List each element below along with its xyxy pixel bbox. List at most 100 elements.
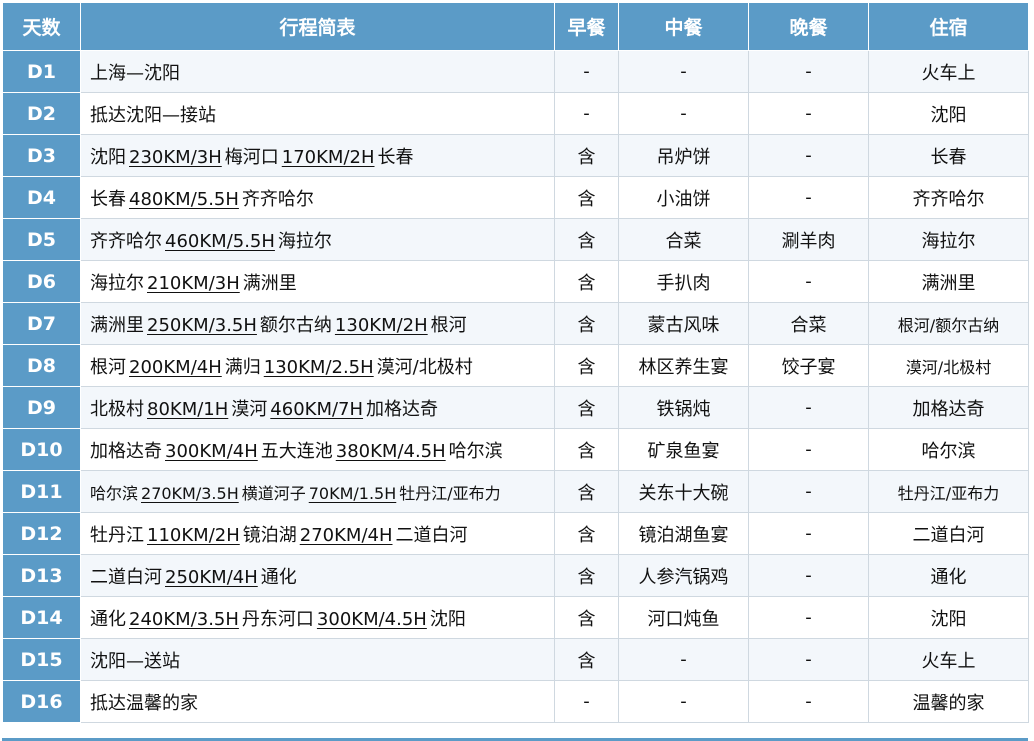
- route-place: 满洲里: [90, 314, 144, 336]
- route-cell: 沈阳—送站: [80, 638, 555, 681]
- route-place: 满洲里: [242, 272, 297, 294]
- route-cell: 上海—沈阳: [80, 50, 555, 93]
- table-row: D4 长春 480KM/5.5H 齐齐哈尔含小油饼 - 齐齐哈尔: [2, 176, 1029, 219]
- breakfast-cell: 含: [554, 386, 619, 429]
- route-place: 哈尔滨: [448, 440, 503, 462]
- day-cell: D13: [2, 554, 81, 597]
- breakfast-cell: 含: [554, 638, 619, 681]
- dinner-cell: -: [748, 596, 869, 639]
- route-place: 长春: [90, 188, 126, 210]
- day-cell: D8: [2, 344, 81, 387]
- route-distance: 110KM/2H: [147, 524, 240, 546]
- dinner-cell: -: [748, 554, 869, 597]
- itinerary-table: 天数 行程简表 早餐 中餐 晚餐 住宿 D1 上海—沈阳 - - - 火车上 D2 抵达沈阳—…: [2, 2, 1029, 723]
- route-place: 沈阳: [90, 146, 126, 168]
- lunch-cell: 人参汽锅鸡: [618, 554, 749, 597]
- day-cell: D15: [2, 638, 81, 681]
- day-cell: D9: [2, 386, 81, 429]
- lunch-cell: 吊炉饼: [618, 134, 749, 177]
- lodging-cell: 加格达奇: [868, 386, 1029, 429]
- route-place: 哈尔滨: [90, 483, 139, 503]
- breakfast-cell: -: [554, 680, 619, 723]
- lodging-cell: 二道白河: [868, 512, 1029, 555]
- dinner-cell: -: [748, 680, 869, 723]
- lodging-cell: 齐齐哈尔: [868, 176, 1029, 219]
- route-distance: 300KM/4H: [165, 440, 258, 462]
- route-place: 齐齐哈尔: [241, 188, 314, 210]
- route-cell: 根河 200KM/4H 满归 130KM/2.5H 漠河/北极村: [80, 344, 555, 387]
- breakfast-cell: -: [554, 50, 619, 93]
- table-row: D1 上海—沈阳 - - - 火车上: [2, 50, 1029, 93]
- day-cell: D16: [2, 680, 81, 723]
- route-place: 抵达沈阳—接站: [90, 104, 216, 126]
- lodging-cell: 牡丹江/亚布力: [868, 470, 1029, 513]
- route-place: 漠河: [231, 398, 268, 420]
- lunch-cell: 蒙古风味: [618, 302, 749, 345]
- day-cell: D4: [2, 176, 81, 219]
- route-cell: 牡丹江 110KM/2H 镜泊湖 270KM/4H 二道白河: [80, 512, 555, 555]
- lodging-cell: 根河/额尔古纳: [868, 302, 1029, 345]
- lunch-cell: 河口炖鱼: [618, 596, 749, 639]
- lunch-cell: 合菜: [618, 218, 749, 261]
- dinner-cell: 涮羊肉: [748, 218, 869, 261]
- route-place: 加格达奇: [366, 398, 439, 420]
- breakfast-cell: 含: [554, 176, 619, 219]
- day-cell: D3: [2, 134, 81, 177]
- route-place: 通化: [260, 566, 297, 588]
- route-place: 根河: [90, 356, 126, 378]
- day-cell: D6: [2, 260, 81, 303]
- route-distance: 200KM/4H: [129, 356, 222, 378]
- route-distance: 230KM/3H: [129, 146, 222, 168]
- route-cell: 加格达奇 300KM/4H 五大连池 380KM/4.5H 哈尔滨: [80, 428, 555, 471]
- route-place: 上海—沈阳: [90, 62, 180, 84]
- breakfast-cell: 含: [554, 470, 619, 513]
- route-cell: 长春 480KM/5.5H 齐齐哈尔: [80, 176, 555, 219]
- route-cell: 抵达温馨的家: [80, 680, 555, 723]
- lunch-cell: 镜泊湖鱼宴: [618, 512, 749, 555]
- route-distance: 70KM/1.5H: [308, 483, 397, 503]
- table-header-row: 天数 行程简表 早餐 中餐 晚餐 住宿: [2, 2, 1029, 51]
- lodging-cell: 温馨的家: [868, 680, 1029, 723]
- route-place: 牡丹江: [90, 524, 144, 546]
- table-row: D7 满洲里 250KM/3.5H 额尔古纳 130KM/2H 根河含蒙古风味 合菜 根河/额…: [2, 302, 1029, 345]
- route-distance: 250KM/4H: [165, 566, 258, 588]
- dinner-cell: 饺子宴: [748, 344, 869, 387]
- breakfast-cell: -: [554, 92, 619, 135]
- day-cell: D12: [2, 512, 81, 555]
- header-breakfast: 早餐: [554, 2, 619, 51]
- dinner-cell: -: [748, 386, 869, 429]
- table-row: D14 通化 240KM/3.5H 丹东河口 300KM/4.5H 沈阳含河口炖鱼 - 沈阳: [2, 596, 1029, 639]
- header-lunch: 中餐: [618, 2, 749, 51]
- lunch-cell: -: [618, 92, 749, 135]
- lunch-cell: -: [618, 638, 749, 681]
- day-cell: D10: [2, 428, 81, 471]
- day-cell: D11: [2, 470, 81, 513]
- table-row: D6 海拉尔 210KM/3H 满洲里含手扒肉 - 满洲里: [2, 260, 1029, 303]
- route-distance: 460KM/7H: [270, 398, 364, 420]
- lodging-cell: 漠河/北极村: [868, 344, 1029, 387]
- route-place: 满归: [224, 356, 261, 378]
- route-place: 抵达温馨的家: [90, 692, 198, 714]
- breakfast-cell: 含: [554, 596, 619, 639]
- dinner-cell: -: [748, 176, 869, 219]
- lunch-cell: -: [618, 50, 749, 93]
- route-distance: 130KM/2.5H: [263, 356, 374, 378]
- table-row: D8 根河 200KM/4H 满归 130KM/2.5H 漠河/北极村含林区养生宴 饺子宴漠…: [2, 344, 1029, 387]
- route-place: 海拉尔: [277, 230, 332, 252]
- header-dinner: 晚餐: [748, 2, 869, 51]
- lunch-cell: -: [618, 680, 749, 723]
- route-place: 沈阳: [429, 608, 466, 630]
- dinner-cell: -: [748, 260, 869, 303]
- table-row: D13 二道白河 250KM/4H 通化含人参汽锅鸡 - 通化: [2, 554, 1029, 597]
- route-place: 根河: [430, 314, 467, 336]
- dinner-cell: -: [748, 638, 869, 681]
- table-row: D2 抵达沈阳—接站 - - - 沈阳: [2, 92, 1029, 135]
- lunch-cell: 矿泉鱼宴: [618, 428, 749, 471]
- route-place: 镜泊湖: [242, 524, 297, 546]
- lodging-cell: 沈阳: [868, 596, 1029, 639]
- route-cell: 二道白河 250KM/4H 通化: [80, 554, 555, 597]
- route-place: 长春: [377, 146, 414, 168]
- route-place: 通化: [90, 608, 126, 630]
- route-place: 额尔古纳: [259, 314, 332, 336]
- breakfast-cell: 含: [554, 134, 619, 177]
